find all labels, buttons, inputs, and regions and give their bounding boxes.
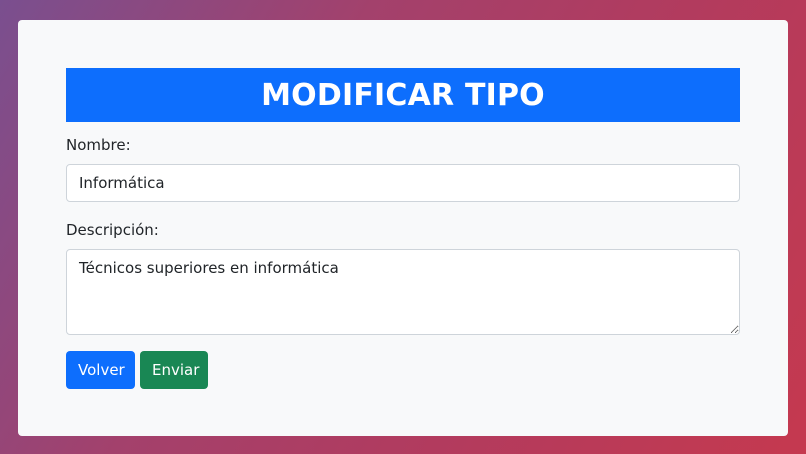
descripcion-textarea[interactable]: Técnicos superiores en informática [66, 249, 740, 335]
submit-button[interactable]: Enviar [140, 351, 208, 389]
form-card: MODIFICAR TIPO Nombre: Descripción: Técn… [18, 20, 788, 436]
nombre-label: Nombre: [66, 136, 131, 154]
page-title: MODIFICAR TIPO [261, 77, 545, 113]
form-actions: Volver Enviar [66, 351, 740, 389]
descripcion-label: Descripción: [66, 221, 159, 239]
edit-type-form: MODIFICAR TIPO Nombre: Descripción: Técn… [66, 68, 740, 389]
title-banner: MODIFICAR TIPO [66, 68, 740, 122]
nombre-input[interactable] [66, 164, 740, 202]
back-button[interactable]: Volver [66, 351, 135, 389]
